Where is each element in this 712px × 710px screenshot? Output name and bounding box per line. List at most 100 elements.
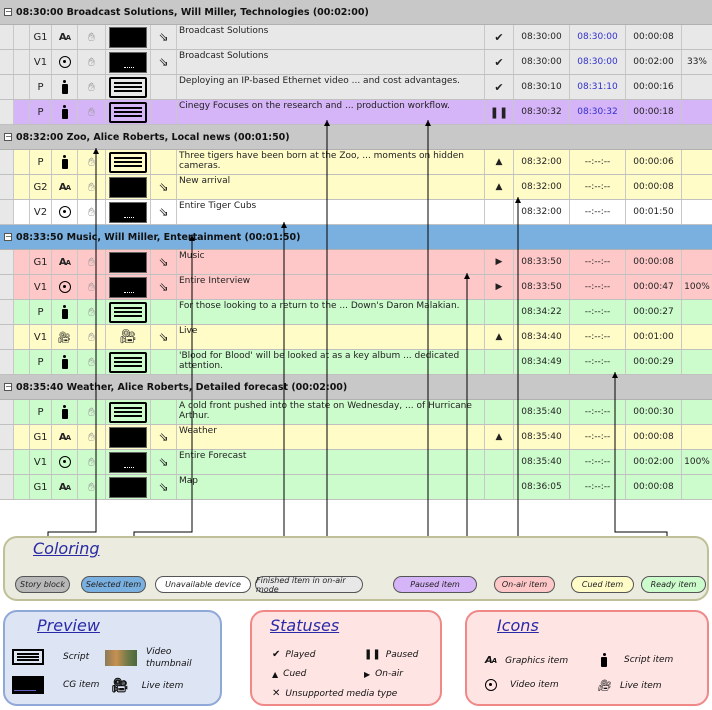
hand-icon[interactable]: ✋︎: [88, 455, 95, 470]
video-preview-thumbnail[interactable]: [109, 451, 147, 473]
manual-control-cell[interactable]: ✋︎: [78, 150, 106, 174]
row-selector[interactable]: [14, 350, 30, 374]
manual-control-cell[interactable]: ✋︎: [78, 275, 106, 299]
hand-icon[interactable]: ✋︎: [88, 355, 95, 370]
cg-preview-thumbnail[interactable]: [109, 426, 147, 448]
collapse-toggle-icon[interactable]: −: [4, 8, 12, 16]
manual-control-cell[interactable]: ✋︎: [78, 325, 106, 349]
hand-icon[interactable]: ✋︎: [88, 155, 95, 170]
row-selector[interactable]: [14, 50, 30, 74]
hand-icon[interactable]: ✋︎: [88, 105, 95, 120]
row-selector[interactable]: [14, 275, 30, 299]
transition-arrow-icon[interactable]: ⇘: [158, 55, 168, 69]
hand-icon[interactable]: ✋︎: [88, 430, 95, 445]
rundown-item-row[interactable]: G1 AA ✋︎ ⇘ Music ▶ 08:33:50 --:--:-- 00:00:08: [0, 250, 712, 275]
row-selector[interactable]: [14, 100, 30, 124]
hand-icon[interactable]: ✋︎: [88, 205, 95, 220]
rundown-item-row[interactable]: G1 AA ✋︎ ⇘ Weather ▲ 08:35:40 --:--:-- 00:00:08: [0, 425, 712, 450]
item-text-cell[interactable]: Deploying an IP-based Ethernet video ...…: [177, 75, 485, 99]
rundown-item-row[interactable]: P ✋︎ Deploying an IP-based Ethernet video …: [0, 75, 712, 100]
video-preview-thumbnail[interactable]: [109, 201, 147, 223]
rundown-item-row[interactable]: V1 🎥︎ ✋︎ 🎥︎ ⇘ Live ▲ 08:34:40 --:--:-- 00:01:00: [0, 325, 712, 350]
rundown-item-row[interactable]: P ✋︎ A cold front pushed into the state on…: [0, 400, 712, 425]
hand-icon[interactable]: ✋︎: [88, 180, 95, 195]
row-selector[interactable]: [14, 300, 30, 324]
row-selector[interactable]: [14, 175, 30, 199]
hand-icon[interactable]: ✋︎: [88, 55, 95, 70]
item-text-cell[interactable]: Entire Tiger Cubs: [177, 200, 485, 224]
script-preview-thumbnail[interactable]: [109, 301, 147, 323]
script-preview-thumbnail[interactable]: [109, 76, 147, 98]
row-selector[interactable]: [14, 75, 30, 99]
video-preview-thumbnail[interactable]: [109, 276, 147, 298]
row-selector[interactable]: [14, 150, 30, 174]
manual-control-cell[interactable]: ✋︎: [78, 250, 106, 274]
row-selector[interactable]: [14, 325, 30, 349]
manual-control-cell[interactable]: ✋︎: [78, 400, 106, 424]
rundown-item-row[interactable]: V1 ✋︎ ⇘ Entire Forecast 08:35:40 --:--:-- 00:0…: [0, 450, 712, 475]
script-preview-thumbnail[interactable]: [109, 351, 147, 373]
row-selector[interactable]: [14, 25, 30, 49]
item-text-cell[interactable]: Entire Forecast: [177, 450, 485, 474]
collapse-toggle-icon[interactable]: −: [4, 233, 12, 241]
rundown-item-row[interactable]: P ✋︎ Three tigers have been born at the Zo…: [0, 150, 712, 175]
item-text-cell[interactable]: Three tigers have been born at the Zoo, …: [177, 150, 485, 174]
hand-icon[interactable]: ✋︎: [88, 405, 95, 420]
rundown-item-row[interactable]: V1 ✋︎ ⇘ Broadcast Solutions ✔ 08:30:00 08:30:0…: [0, 50, 712, 75]
manual-control-cell[interactable]: ✋︎: [78, 200, 106, 224]
row-selector[interactable]: [14, 475, 30, 499]
rundown-item-row[interactable]: P ✋︎ For those looking to a return to the …: [0, 300, 712, 325]
manual-control-cell[interactable]: ✋︎: [78, 100, 106, 124]
manual-control-cell[interactable]: ✋︎: [78, 50, 106, 74]
item-text-cell[interactable]: Music: [177, 250, 485, 274]
manual-control-cell[interactable]: ✋︎: [78, 25, 106, 49]
item-text-cell[interactable]: Live: [177, 325, 485, 349]
hand-icon[interactable]: ✋︎: [88, 305, 95, 320]
cg-preview-thumbnail[interactable]: [109, 176, 147, 198]
manual-control-cell[interactable]: ✋︎: [78, 425, 106, 449]
item-text-cell[interactable]: 'Blood for Blood' will be looked at as a…: [177, 350, 485, 374]
transition-arrow-icon[interactable]: ⇘: [158, 280, 168, 294]
collapse-toggle-icon[interactable]: −: [4, 383, 12, 391]
story-header[interactable]: −08:33:50 Music, Will Miller, Entertainm…: [0, 225, 712, 250]
manual-control-cell[interactable]: ✋︎: [78, 175, 106, 199]
hand-icon[interactable]: ✋︎: [88, 255, 95, 270]
row-selector[interactable]: [14, 450, 30, 474]
story-header[interactable]: −08:35:40 Weather, Alice Roberts, Detail…: [0, 375, 712, 400]
manual-control-cell[interactable]: ✋︎: [78, 75, 106, 99]
item-text-cell[interactable]: Weather: [177, 425, 485, 449]
manual-control-cell[interactable]: ✋︎: [78, 450, 106, 474]
rundown-item-row[interactable]: V1 ✋︎ ⇘ Entire Interview ▶ 08:33:50 --:--:-- 00…: [0, 275, 712, 300]
transition-arrow-icon[interactable]: ⇘: [158, 205, 168, 219]
story-header[interactable]: −08:30:00 Broadcast Solutions, Will Mill…: [0, 0, 712, 25]
row-selector[interactable]: [14, 400, 30, 424]
transition-arrow-icon[interactable]: ⇘: [158, 30, 168, 44]
hand-icon[interactable]: ✋︎: [88, 30, 95, 45]
hand-icon[interactable]: ✋︎: [88, 80, 95, 95]
transition-arrow-icon[interactable]: ⇘: [158, 330, 168, 344]
cg-preview-thumbnail[interactable]: [109, 26, 147, 48]
hand-icon[interactable]: ✋︎: [88, 480, 95, 495]
story-header[interactable]: −08:32:00 Zoo, Alice Roberts, Local news…: [0, 125, 712, 150]
manual-control-cell[interactable]: ✋︎: [78, 300, 106, 324]
item-text-cell[interactable]: A cold front pushed into the state on We…: [177, 400, 485, 424]
row-selector[interactable]: [14, 200, 30, 224]
item-text-cell[interactable]: Broadcast Solutions: [177, 50, 485, 74]
transition-arrow-icon[interactable]: ⇘: [158, 480, 168, 494]
live-preview-icon[interactable]: 🎥︎: [119, 329, 137, 345]
transition-arrow-icon[interactable]: ⇘: [158, 455, 168, 469]
rundown-item-row[interactable]: P ✋︎ 'Blood for Blood' will be looked at a…: [0, 350, 712, 375]
item-text-cell[interactable]: Cinegy Focuses on the research and ... p…: [177, 100, 485, 124]
item-text-cell[interactable]: For those looking to a return to the ...…: [177, 300, 485, 324]
rundown-item-row[interactable]: G2 AA ✋︎ ⇘ New arrival ▲ 08:32:00 --:--:-- 00:00…: [0, 175, 712, 200]
item-text-cell[interactable]: Entire Interview: [177, 275, 485, 299]
video-preview-thumbnail[interactable]: [109, 51, 147, 73]
item-text-cell[interactable]: Broadcast Solutions: [177, 25, 485, 49]
hand-icon[interactable]: ✋︎: [88, 330, 95, 345]
collapse-toggle-icon[interactable]: −: [4, 133, 12, 141]
cg-preview-thumbnail[interactable]: [109, 476, 147, 498]
transition-arrow-icon[interactable]: ⇘: [158, 430, 168, 444]
transition-arrow-icon[interactable]: ⇘: [158, 255, 168, 269]
item-text-cell[interactable]: New arrival: [177, 175, 485, 199]
script-preview-thumbnail[interactable]: [109, 401, 147, 423]
